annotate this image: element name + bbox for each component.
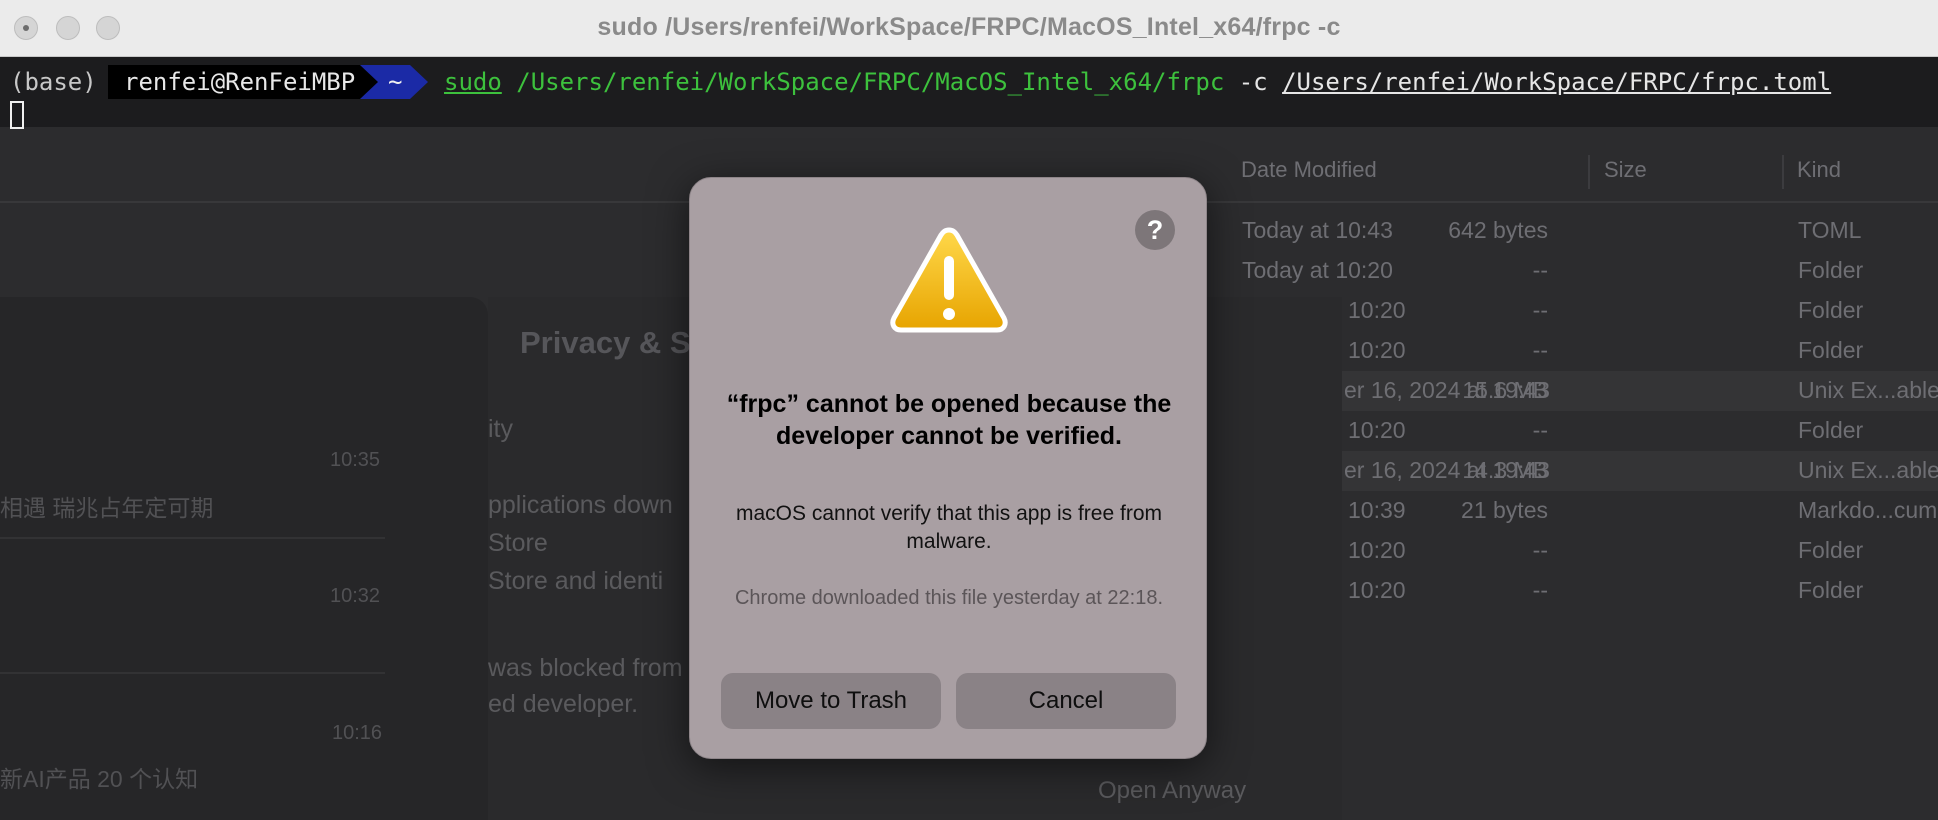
- item-time: 10:16: [332, 722, 383, 744]
- command-sudo: sudo: [444, 68, 502, 96]
- dialog-message: macOS cannot verify that this app is fre…: [735, 502, 1162, 553]
- file-size: --: [1532, 417, 1548, 443]
- cancel-button[interactable]: Cancel: [956, 673, 1176, 729]
- command-text: sudo /Users/renfei/WorkSpace/FRPC/MacOS_…: [444, 65, 1831, 99]
- terminal-area[interactable]: (base) renfei@RenFeiMBP ~ sudo /Users/re…: [0, 57, 1938, 129]
- file-kind: Unix Ex...able: [1798, 457, 1938, 483]
- file-size: 15.6 MB: [1462, 377, 1548, 403]
- background-sidebar-panel: 10:35 相遇 瑞兆占年定可期 10:32 10:16 新AI产品 20 个认…: [0, 297, 488, 820]
- file-date: 10:39: [1348, 497, 1406, 523]
- warning-icon: [890, 227, 1008, 333]
- file-kind: Folder: [1798, 577, 1864, 603]
- file-size: --: [1532, 537, 1548, 563]
- privacy-line: Store: [488, 529, 548, 557]
- file-kind: Folder: [1798, 337, 1864, 363]
- prompt-line: (base) renfei@RenFeiMBP ~ sudo /Users/re…: [0, 65, 1938, 99]
- file-size: --: [1532, 337, 1548, 363]
- command-path: /Users/renfei/WorkSpace/FRPC/MacOS_Intel…: [516, 68, 1225, 96]
- privacy-title: Privacy & Se: [520, 325, 708, 360]
- window-titlebar: sudo /Users/renfei/WorkSpace/FRPC/MacOS_…: [0, 0, 1938, 57]
- prompt-separator-icon: [410, 65, 428, 99]
- file-row: Today at 10:43 642 bytes TOML: [1220, 211, 1938, 251]
- open-anyway-button: Open Anyway: [1098, 777, 1247, 804]
- item-text: 新AI产品 20 个认知: [0, 766, 199, 792]
- window-title: sudo /Users/renfei/WorkSpace/FRPC/MacOS_…: [597, 13, 1341, 41]
- file-size: --: [1532, 297, 1548, 323]
- divider: [0, 537, 385, 539]
- terminal-cursor: [10, 101, 24, 129]
- privacy-line: Store and identi: [488, 567, 664, 595]
- privacy-line: ed developer.: [488, 690, 639, 718]
- column-separator: [1782, 155, 1784, 189]
- privacy-line: pplications down: [488, 491, 673, 519]
- file-kind: TOML: [1798, 217, 1862, 243]
- file-kind: Unix Ex...able: [1798, 377, 1938, 403]
- file-date: 10:20: [1348, 297, 1406, 323]
- file-row: Today at 10:20 -- Folder: [1220, 251, 1938, 291]
- file-date: 10:20: [1348, 537, 1406, 563]
- divider: [0, 672, 385, 674]
- file-date: 10:20: [1348, 337, 1406, 363]
- file-date: 10:20: [1348, 577, 1406, 603]
- help-button[interactable]: ?: [1135, 210, 1175, 250]
- file-kind: Folder: [1798, 257, 1864, 283]
- column-header-size: Size: [1604, 157, 1647, 182]
- item-time: 10:32: [330, 585, 381, 607]
- file-size: 642 bytes: [1448, 217, 1548, 243]
- file-date: Today at 10:43: [1242, 217, 1393, 243]
- item-time: 10:35: [330, 449, 381, 471]
- file-date: Today at 10:20: [1242, 257, 1393, 283]
- column-header-date: Date Modified: [1241, 157, 1377, 182]
- privacy-line: was blocked from: [488, 654, 683, 682]
- command-flag: -c: [1238, 68, 1268, 96]
- file-size: --: [1532, 577, 1548, 603]
- privacy-heading: ity: [488, 415, 513, 443]
- file-size: 14.3 MB: [1462, 457, 1548, 483]
- file-size: --: [1532, 257, 1548, 283]
- prompt-separator-icon: [360, 65, 378, 99]
- file-size: 21 bytes: [1461, 497, 1548, 523]
- prompt-user-host: renfei@RenFeiMBP: [108, 65, 360, 99]
- column-separator: [1588, 155, 1590, 189]
- file-kind: Folder: [1798, 297, 1864, 323]
- item-text: 相遇 瑞兆占年定可期: [0, 495, 214, 521]
- column-header-kind: Kind: [1797, 157, 1842, 182]
- file-kind: Folder: [1798, 417, 1864, 443]
- conda-env: (base): [10, 68, 97, 96]
- gatekeeper-alert-dialog: ? “frpc” cannot be opened because the de…: [689, 177, 1207, 759]
- move-to-trash-button[interactable]: Move to Trash: [721, 673, 941, 729]
- file-date: 10:20: [1348, 417, 1406, 443]
- file-kind: Folder: [1798, 537, 1864, 563]
- dialog-download-note: Chrome downloaded this file yesterday at…: [734, 587, 1164, 609]
- file-kind: Markdo...cument: [1798, 497, 1938, 523]
- command-arg: /Users/renfei/WorkSpace/FRPC/frpc.toml: [1282, 68, 1832, 96]
- dialog-title: “frpc” cannot be opened because the deve…: [726, 390, 1172, 450]
